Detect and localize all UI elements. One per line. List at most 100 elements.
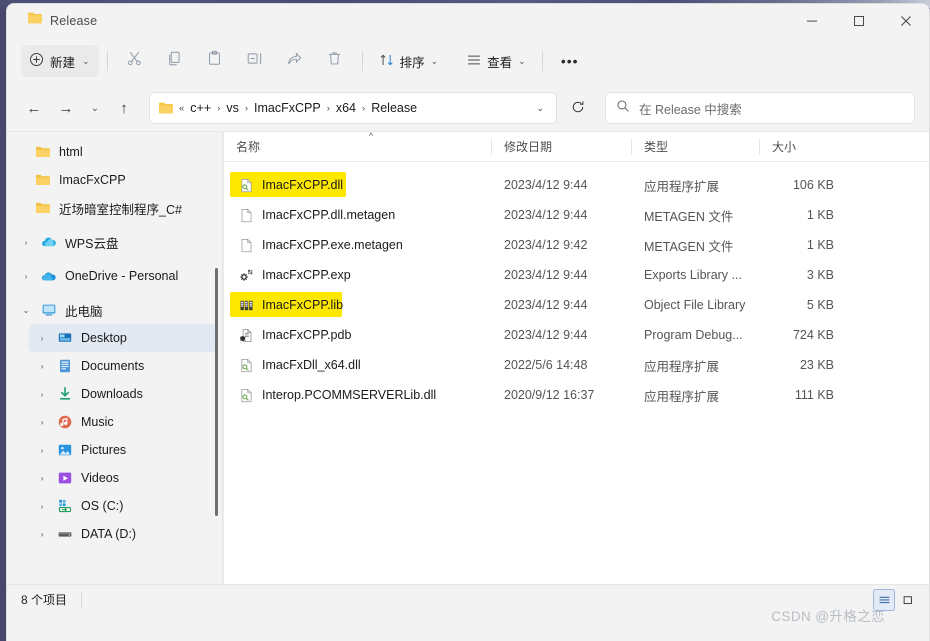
- delete-button[interactable]: [316, 45, 354, 77]
- table-row[interactable]: ImacFxCPP.exp 2023/4/12 9:44 Exports Lib…: [224, 260, 929, 290]
- table-row[interactable]: ImacFxDll_x64.dll 2022/5/6 14:48 应用程序扩展 …: [224, 350, 929, 380]
- file-name: ImacFxCPP.lib: [262, 298, 344, 312]
- table-row[interactable]: ImacFxCPP.dll 2023/4/12 9:44 应用程序扩展 106 …: [224, 170, 929, 200]
- column-header-size[interactable]: 大小: [760, 132, 848, 162]
- file-name: ImacFxCPP.exp: [262, 268, 351, 282]
- sidebar-item-onedrive[interactable]: › OneDrive - Personal: [13, 262, 217, 290]
- chevron-right-icon[interactable]: ›: [31, 333, 53, 343]
- file-date: 2023/4/12 9:44: [504, 328, 588, 342]
- details-view-button[interactable]: [873, 589, 895, 611]
- file-size: 724 KB: [792, 328, 834, 342]
- column-header-type[interactable]: 类型: [632, 132, 760, 162]
- back-button[interactable]: ←: [19, 93, 49, 123]
- chevron-right-icon[interactable]: ›: [31, 445, 53, 455]
- up-button[interactable]: ↑: [109, 93, 139, 123]
- sidebar-item-data-d-drive[interactable]: › DATA (D:): [29, 520, 217, 548]
- view-mode-buttons: [873, 589, 919, 611]
- sidebar-item-desktop[interactable]: › Desktop: [29, 324, 217, 352]
- file-size: 1 KB: [806, 238, 834, 252]
- file-name-cell: ImacFxCPP.exp: [224, 260, 492, 290]
- column-header-name[interactable]: 名称 ^: [224, 130, 492, 162]
- new-button[interactable]: 新建 ⌄: [21, 45, 99, 77]
- file-type: 应用程序扩展: [644, 179, 720, 194]
- sort-ascending-caret-icon: ^: [369, 130, 374, 141]
- table-row[interactable]: ImacFxCPP.exe.metagen 2023/4/12 9:42 MET…: [224, 230, 929, 260]
- sort-button[interactable]: 排序 ⌄: [371, 45, 447, 77]
- paste-button[interactable]: [196, 45, 234, 77]
- table-row[interactable]: Interop.PCOMMSERVERLib.dll 2020/9/12 16:…: [224, 380, 929, 410]
- new-button-label: 新建: [50, 55, 76, 70]
- chevron-right-icon[interactable]: ›: [31, 501, 53, 511]
- chevron-right-icon[interactable]: ›: [31, 389, 53, 399]
- file-date: 2020/9/12 16:37: [504, 388, 595, 402]
- breadcrumb-item-0[interactable]: c++: [185, 98, 216, 118]
- chevron-right-icon[interactable]: ›: [15, 271, 37, 281]
- refresh-button[interactable]: [563, 93, 593, 123]
- column-header-size-label: 大小: [772, 140, 797, 154]
- list-lines-icon: [466, 52, 482, 71]
- sidebar-item-label: OneDrive - Personal: [65, 269, 179, 283]
- sidebar-item-downloads[interactable]: › Downloads: [29, 380, 217, 408]
- sidebar-item-imacfxcpp[interactable]: ImacFxCPP: [29, 166, 217, 194]
- chevron-down-icon[interactable]: ⌄: [15, 305, 37, 316]
- file-name-cell: ImacFxCPP.exe.metagen: [224, 230, 492, 260]
- sidebar-item-label: Documents: [81, 359, 145, 373]
- sidebar-item-darkroom-control[interactable]: 近场暗室控制程序_C#: [29, 194, 217, 222]
- maximize-button[interactable]: [835, 4, 882, 37]
- recent-locations-button[interactable]: ⌄: [83, 93, 107, 123]
- folder-tab[interactable]: Release: [23, 7, 107, 35]
- sidebar-item-pictures[interactable]: › Pictures: [29, 436, 217, 464]
- column-header-name-label: 名称: [236, 140, 261, 154]
- file-date: 2023/4/12 9:44: [504, 178, 588, 192]
- sidebar-item-html[interactable]: html: [29, 138, 217, 166]
- breadcrumb-item-1[interactable]: vs: [221, 98, 244, 118]
- file-name: ImacFxCPP.pdb: [262, 328, 352, 342]
- sidebar-item-documents[interactable]: › Documents: [29, 352, 217, 380]
- breadcrumb-item-2[interactable]: ImacFxCPP: [249, 98, 326, 118]
- large-icons-view-button[interactable]: [897, 589, 919, 611]
- more-options-button[interactable]: •••: [551, 45, 589, 77]
- sidebar-item-label: 此电脑: [65, 304, 103, 319]
- sidebar-item-videos[interactable]: › Videos: [29, 464, 217, 492]
- cut-button[interactable]: [116, 45, 154, 77]
- close-button[interactable]: [882, 4, 929, 37]
- chevron-right-icon[interactable]: ›: [31, 417, 53, 427]
- search-box[interactable]: 在 Release 中搜索: [605, 92, 915, 124]
- sidebar-item-os-c-drive[interactable]: › OS (C:): [29, 492, 217, 520]
- file-date: 2022/5/6 14:48: [504, 358, 588, 372]
- minimize-button[interactable]: [788, 4, 835, 37]
- chevron-right-icon[interactable]: ›: [31, 361, 53, 371]
- toolbar-divider-3: [541, 51, 543, 71]
- breadcrumb-item-3[interactable]: x64: [331, 98, 361, 118]
- sidebar-item-this-pc[interactable]: ⌄ 此电脑: [13, 296, 217, 324]
- folder-icon: [31, 200, 55, 216]
- sidebar-item-wps-cloud[interactable]: › WPS云盘: [13, 228, 217, 256]
- column-header-date[interactable]: 修改日期: [492, 132, 632, 162]
- sidebar-item-music[interactable]: › Music: [29, 408, 217, 436]
- table-row[interactable]: ImacFxCPP.dll.metagen 2023/4/12 9:44 MET…: [224, 200, 929, 230]
- chevron-right-icon[interactable]: ›: [31, 529, 53, 539]
- table-row[interactable]: ImacFxCPP.lib 2023/4/12 9:44 Object File…: [224, 290, 929, 320]
- table-row[interactable]: ImacFxCPP.pdb 2023/4/12 9:44 Program Deb…: [224, 320, 929, 350]
- chevron-right-icon[interactable]: ›: [31, 473, 53, 483]
- breadcrumb-dropdown-icon[interactable]: ⌄: [528, 103, 552, 114]
- sidebar-scrollbar-thumb[interactable]: [215, 268, 218, 516]
- sidebar-item-label: Pictures: [81, 443, 127, 457]
- chevron-right-icon[interactable]: ›: [15, 237, 37, 247]
- chevron-down-icon: ⌄: [90, 102, 100, 114]
- file-type: 应用程序扩展: [644, 359, 720, 374]
- breadcrumb-address-bar[interactable]: « c++ › vs › ImacFxCPP › x64 › Release ⌄: [149, 92, 557, 124]
- breadcrumb-overflow-icon[interactable]: «: [178, 103, 185, 114]
- copy-button[interactable]: [156, 45, 194, 77]
- forward-button[interactable]: →: [51, 93, 81, 123]
- breadcrumb-item-4[interactable]: Release: [366, 98, 422, 118]
- dll-file-icon: [238, 357, 254, 373]
- share-button[interactable]: [276, 45, 314, 77]
- sort-button-label: 排序: [399, 55, 425, 70]
- file-size: 1 KB: [806, 208, 834, 222]
- navigation-pane: html ImacFxCPP 近场暗室控制程序_C# › WPS云盘 › One…: [7, 132, 223, 584]
- chevron-down-icon: ⌄: [82, 55, 90, 66]
- rename-button[interactable]: [236, 45, 274, 77]
- view-button[interactable]: 查看 ⌄: [458, 45, 534, 77]
- arrow-left-icon: ←: [26, 99, 42, 117]
